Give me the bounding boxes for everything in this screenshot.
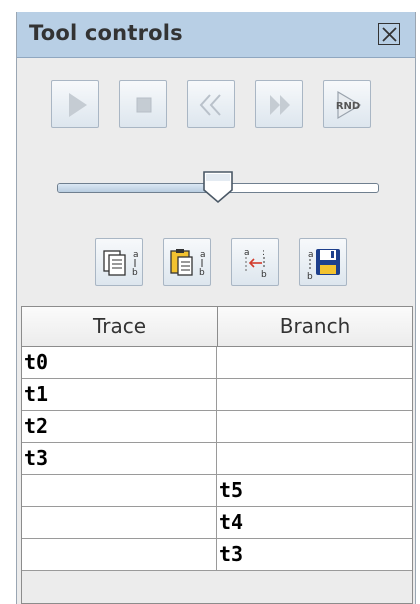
step-slider-fill [58, 184, 218, 192]
trace-cell[interactable]: t3 [22, 443, 217, 474]
table-row[interactable]: t1 [22, 379, 412, 411]
table-row[interactable]: t3 [22, 443, 412, 475]
svg-text:b: b [132, 268, 138, 278]
fast-forward-button[interactable] [255, 80, 303, 128]
stop-icon [136, 97, 152, 113]
branch-arrow-icon: a : b [244, 248, 267, 280]
play-button[interactable] [51, 80, 99, 128]
save-floppy-icon: a b [307, 249, 340, 282]
table-row[interactable]: t0 [22, 347, 412, 379]
random-button-label: RND [336, 101, 360, 112]
branch-cell[interactable]: t5 [217, 475, 412, 506]
column-header-trace[interactable]: Trace [22, 307, 217, 346]
svg-text:a: a [244, 248, 250, 258]
trace-cell[interactable] [22, 539, 217, 570]
table-row[interactable]: t5 [22, 475, 412, 507]
svg-text:b: b [261, 270, 267, 280]
trace-cell[interactable]: t0 [22, 347, 217, 378]
trace-cell[interactable] [22, 507, 217, 538]
branch-cell[interactable] [217, 347, 412, 378]
random-button[interactable]: RND [323, 80, 371, 128]
svg-text:b: b [199, 268, 205, 278]
table-row[interactable]: t4 [22, 507, 412, 539]
close-icon[interactable] [378, 23, 400, 45]
trace-cell[interactable]: t1 [22, 379, 217, 410]
rewind-button[interactable] [187, 80, 235, 128]
fast-forward-icon [270, 95, 290, 115]
branch-cell[interactable] [217, 379, 412, 410]
branch-cell[interactable] [217, 411, 412, 442]
panel-title: Tool controls [29, 21, 183, 45]
branch-cell[interactable] [217, 443, 412, 474]
play-icon [69, 93, 87, 117]
paste-trace-button[interactable]: a b [163, 238, 211, 286]
branch-trace-button[interactable]: a : b [231, 238, 279, 286]
tool-controls-panel: Tool controls RND a b a b a: b a b Trac… [16, 12, 416, 604]
random-step-icon: RND [336, 90, 362, 120]
rewind-icon [199, 94, 221, 116]
paste-document-icon: a b [170, 249, 206, 278]
copy-document-icon: a b [103, 250, 139, 278]
panel-title-bar[interactable]: Tool controls [17, 12, 415, 58]
branch-cell[interactable]: t3 [217, 539, 412, 570]
svg-text:a: a [133, 250, 139, 260]
trace-cell[interactable] [22, 475, 217, 506]
svg-text:a: a [308, 250, 314, 260]
trace-cell[interactable]: t2 [22, 411, 217, 442]
stop-button[interactable] [119, 80, 167, 128]
branch-cell[interactable]: t4 [217, 507, 412, 538]
svg-text::: : [262, 248, 265, 258]
save-trace-button[interactable]: a b [299, 238, 347, 286]
table-row[interactable]: t2 [22, 411, 412, 443]
table-header: Trace Branch [22, 307, 412, 347]
trace-table: Trace Branch t0 t1 t2 t3 t5 t4 t3 [21, 306, 413, 604]
copy-trace-button[interactable]: a b [95, 238, 143, 286]
svg-text:a: a [200, 250, 206, 260]
table-row[interactable]: t3 [22, 539, 412, 571]
svg-text:b: b [307, 272, 313, 282]
column-header-branch[interactable]: Branch [218, 307, 412, 346]
step-slider-thumb[interactable] [202, 170, 234, 204]
